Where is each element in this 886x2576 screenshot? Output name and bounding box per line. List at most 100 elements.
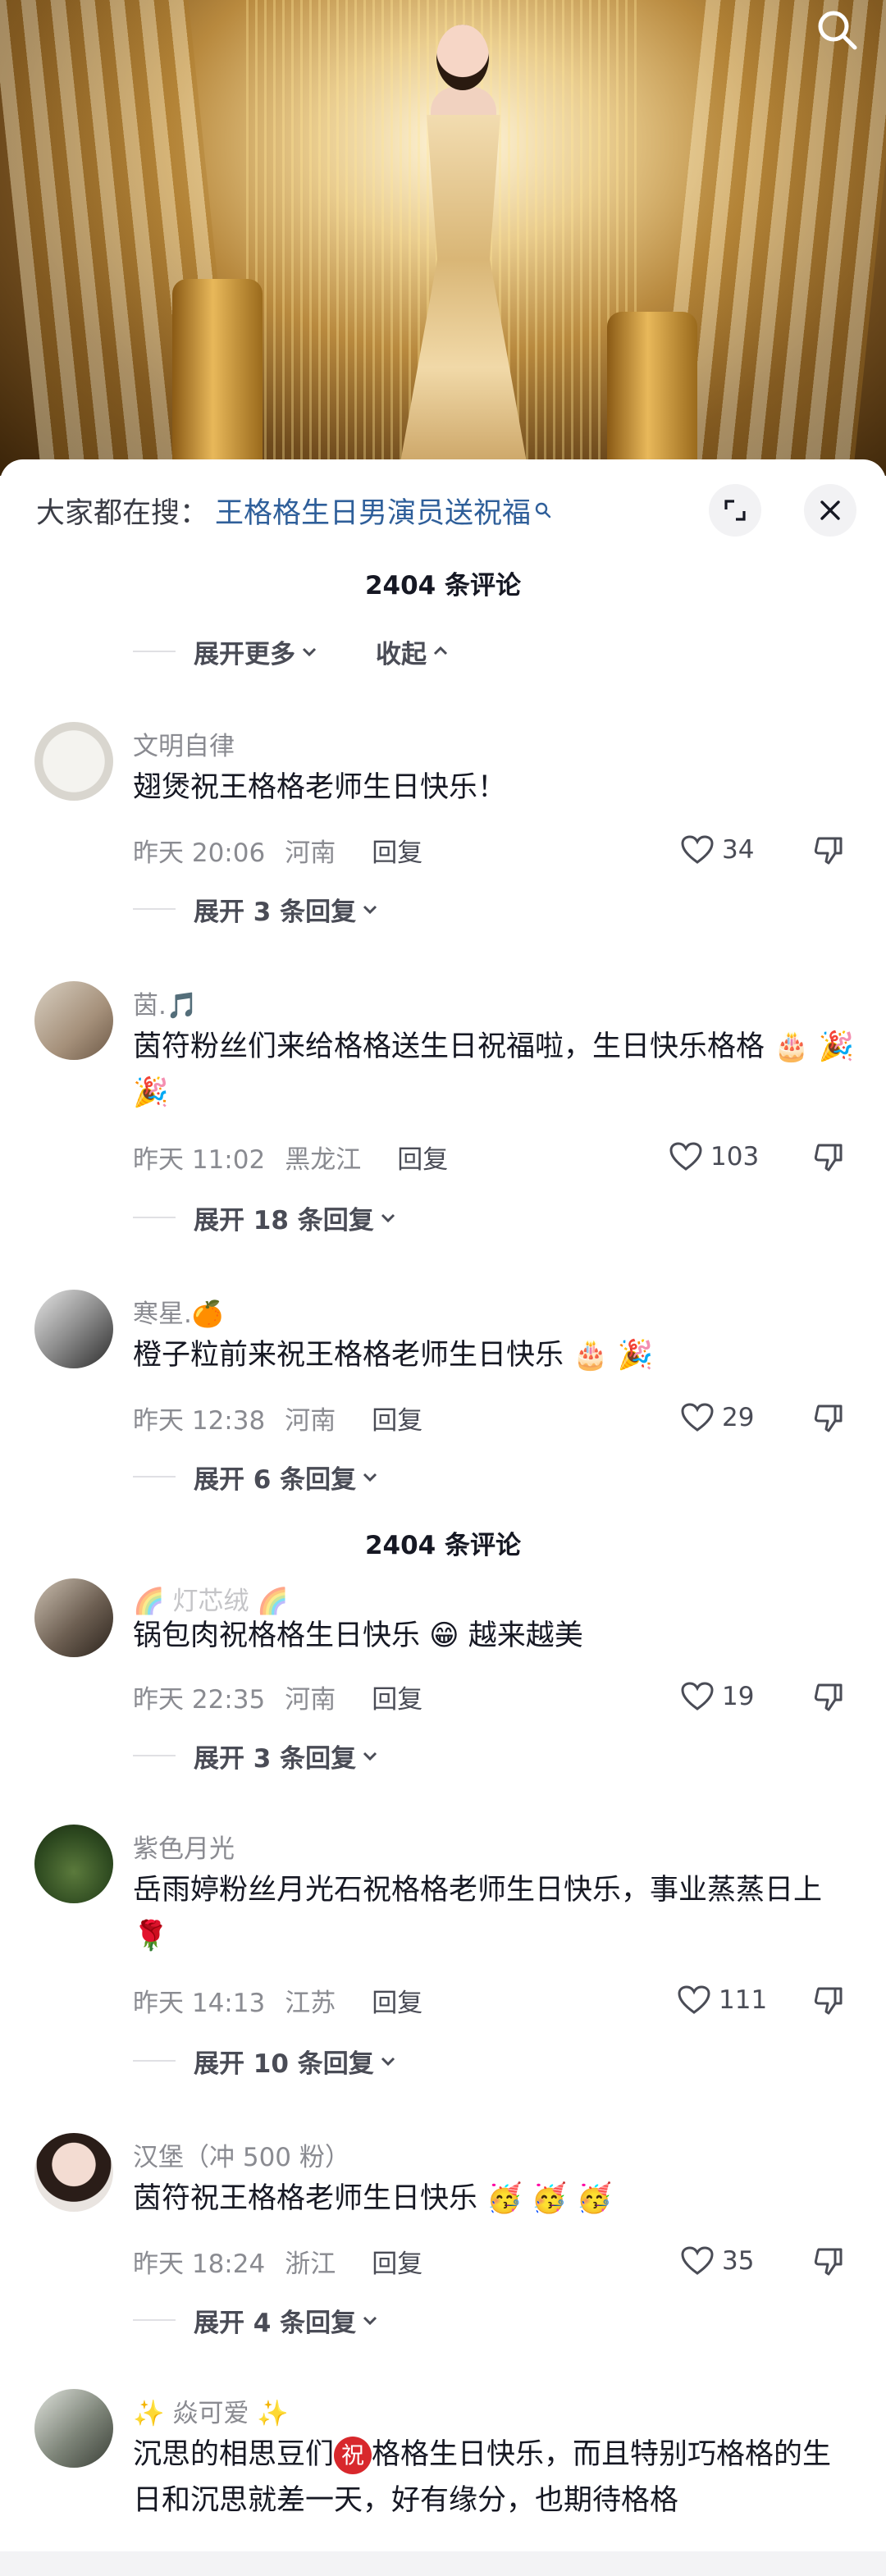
comment-meta: 昨天 22:35 河南 回复 <box>133 1679 422 1715</box>
comment-meta: 昨天 18:24 浙江 回复 <box>133 2243 422 2279</box>
like-button[interactable]: 111 <box>678 1982 767 2018</box>
like-button[interactable]: 19 <box>681 1679 754 1715</box>
close-button[interactable] <box>804 484 856 537</box>
thumbs-down-icon <box>814 1144 843 1172</box>
expand-icon <box>724 500 746 521</box>
divider-line <box>133 2060 176 2062</box>
avatar[interactable] <box>34 2389 113 2468</box>
comment-author[interactable]: 寒星.🍊 <box>133 1293 223 1330</box>
comment-author[interactable]: 🌈 灯芯绒 🌈 <box>133 1580 289 1617</box>
thumbs-down-icon <box>814 837 843 865</box>
avatar[interactable] <box>34 1825 113 1903</box>
reply-button[interactable]: 回复 <box>372 1679 422 1715</box>
heart-icon <box>678 1985 710 2014</box>
thumbs-down-icon <box>814 1987 843 2015</box>
avatar[interactable] <box>34 1578 113 1657</box>
comment-author[interactable]: 紫色月光 <box>133 1828 235 1865</box>
like-button[interactable]: 35 <box>681 2243 754 2279</box>
comment-text: 茵符粉丝们来给格格送生日祝福啦，生日快乐格格 🎂 🎉 🎉 <box>133 1030 855 1109</box>
like-button[interactable]: 103 <box>669 1139 759 1175</box>
divider-line <box>133 908 176 910</box>
hot-search-link[interactable]: 王格格生日男演员送祝福 <box>215 490 531 532</box>
like-count: 103 <box>710 1142 760 1172</box>
reply-button[interactable]: 回复 <box>372 1400 422 1436</box>
comment-sheet: 大家都在搜： 王格格生日男演员送祝福 2404 条评论 展开更多 收起 文明自律… <box>0 459 886 2576</box>
reply-button[interactable]: 回复 <box>397 1139 448 1176</box>
comment-text: 橙子粒前来祝王格格老师生日快乐 🎂 🎉 <box>133 1339 654 1372</box>
hot-search-prefix: 大家都在搜： <box>36 496 209 530</box>
reply-button[interactable]: 回复 <box>372 832 422 869</box>
collapse-button[interactable]: 收起 <box>376 633 450 670</box>
heart-icon <box>681 1682 714 1710</box>
comment-location: 河南 <box>285 1405 336 1436</box>
comment-location: 黑龙江 <box>285 1144 362 1175</box>
comment-author[interactable]: 汉堡（冲 500 粉） <box>133 2136 350 2173</box>
avatar[interactable] <box>34 722 113 801</box>
expand-replies-button[interactable]: 展开 4 条回复 <box>133 2302 379 2338</box>
dislike-button[interactable] <box>812 2243 845 2279</box>
comment-time: 昨天 22:35 <box>133 1684 266 1715</box>
expand-replies-button[interactable]: 展开 3 条回复 <box>133 891 379 927</box>
comment-meta: 昨天 11:02 黑龙江 回复 <box>133 1139 448 1175</box>
expand-replies-button[interactable]: 展开 10 条回复 <box>133 2043 397 2079</box>
blessing-chip: 祝 <box>334 2437 372 2474</box>
woman-in-gown <box>386 16 541 476</box>
chevron-down-icon <box>363 1752 377 1761</box>
comment-author[interactable]: ✨ 焱可爱 ✨ <box>133 2392 289 2429</box>
fold-controls: 展开更多 收起 <box>133 633 450 669</box>
expand-button[interactable] <box>709 484 761 537</box>
comment-author[interactable]: 茵.🎵 <box>133 984 198 1021</box>
small-search-icon <box>535 502 551 518</box>
dislike-button[interactable] <box>812 1982 845 2018</box>
comment-time: 昨天 14:13 <box>133 1988 266 2018</box>
comment-location: 浙江 <box>285 2249 336 2279</box>
divider-line <box>133 2319 176 2321</box>
expand-replies-button[interactable]: 展开 6 条回复 <box>133 1459 379 1495</box>
divider-line <box>133 1755 176 1756</box>
thumbs-down-icon <box>814 1683 843 1711</box>
comment-location: 河南 <box>285 1684 336 1715</box>
heart-icon <box>681 2246 714 2275</box>
comment-time: 昨天 20:06 <box>133 838 266 868</box>
like-button[interactable]: 34 <box>681 832 754 868</box>
comments-count-sticky: 2404 条评论 <box>364 1531 522 1560</box>
expand-replies-label: 展开 4 条回复 <box>194 2308 357 2338</box>
search-button[interactable] <box>807 0 866 59</box>
expand-replies-label: 展开 3 条回复 <box>194 1743 357 1774</box>
comment-location: 河南 <box>285 838 336 868</box>
avatar[interactable] <box>34 981 113 1060</box>
reply-button[interactable]: 回复 <box>372 2243 422 2280</box>
like-count: 34 <box>722 835 755 865</box>
like-button[interactable]: 29 <box>681 1400 754 1436</box>
avatar[interactable] <box>34 1290 113 1368</box>
heart-icon <box>681 1403 714 1432</box>
like-count: 35 <box>722 2246 755 2276</box>
comment-time: 昨天 11:02 <box>133 1144 266 1175</box>
comment-author[interactable]: 文明自律 <box>133 725 235 762</box>
like-count: 19 <box>722 1682 755 1711</box>
dislike-button[interactable] <box>812 1679 845 1715</box>
expand-replies-button[interactable]: 展开 18 条回复 <box>133 1199 397 1235</box>
expand-replies-label: 展开 6 条回复 <box>194 1464 357 1495</box>
comment-text: 茵符祝王格格老师生日快乐 🥳 🥳 🥳 <box>133 2182 613 2215</box>
comment-meta: 昨天 14:13 江苏 回复 <box>133 1982 422 2018</box>
chevron-down-icon <box>302 647 317 657</box>
dislike-button[interactable] <box>812 1139 845 1175</box>
comment-meta: 昨天 20:06 河南 回复 <box>133 832 422 868</box>
like-count: 111 <box>719 1985 768 2015</box>
avatar[interactable] <box>34 2133 113 2212</box>
reply-button[interactable]: 回复 <box>372 1982 422 2019</box>
heart-icon <box>669 1142 702 1171</box>
comment-text: 沉思的相思豆们祝格格生日快乐，而且特别巧格格的生日和沉思就差一天，好有缘分，也期… <box>133 2432 855 2523</box>
dislike-button[interactable] <box>812 1400 845 1436</box>
expand-more-button[interactable]: 展开更多 <box>194 633 318 670</box>
divider-line <box>133 1476 176 1478</box>
comment-text-before: 沉思的相思豆们 <box>133 2438 335 2471</box>
dislike-button[interactable] <box>812 832 845 868</box>
expand-replies-button[interactable]: 展开 3 条回复 <box>133 1738 379 1774</box>
chevron-down-icon <box>363 1473 377 1482</box>
bottom-input-bar[interactable] <box>0 2551 886 2576</box>
comment-meta: 昨天 12:38 河南 回复 <box>133 1400 422 1436</box>
comment-location: 江苏 <box>285 1988 336 2018</box>
chevron-down-icon <box>381 2057 395 2067</box>
